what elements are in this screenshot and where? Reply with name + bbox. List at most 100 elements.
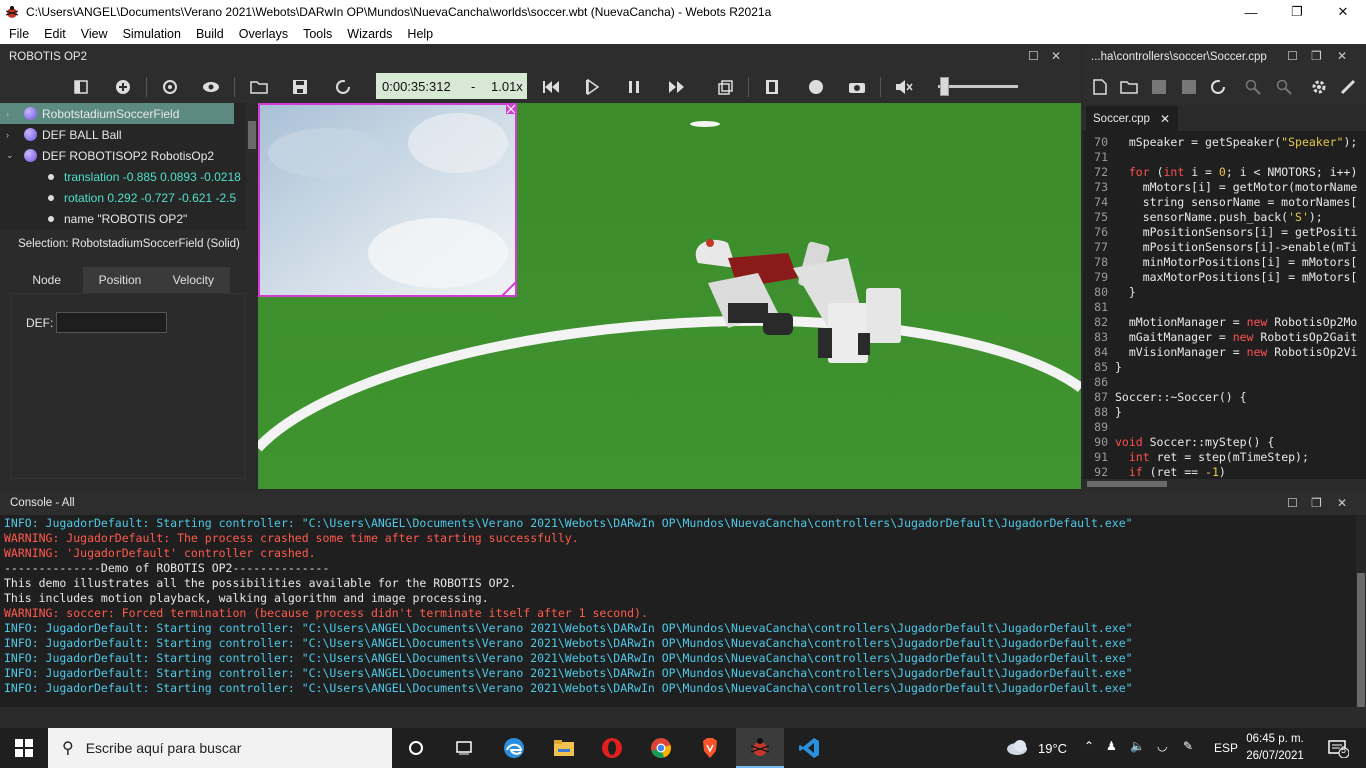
new-file-icon[interactable] [1089, 76, 1111, 98]
open-world-icon[interactable] [248, 76, 270, 98]
code-text[interactable]: 70 mSpeaker = getSpeaker("Speaker"); 71 72… [1083, 135, 1366, 480]
step-icon[interactable] [582, 76, 604, 98]
tree-node-ball[interactable]: › DEF BALL Ball [0, 124, 122, 145]
close-console-icon[interactable]: ✕ [1337, 496, 1347, 510]
code-line[interactable]: 70 mSpeaker = getSpeaker("Speaker"); [1083, 135, 1366, 150]
tree-node-robotisop2[interactable]: ⌄ DEF ROBOTISOP2 RobotisOp2 [0, 145, 214, 166]
file-explorer-icon[interactable] [540, 728, 588, 768]
revert-file-icon[interactable] [1207, 76, 1229, 98]
save-file-icon[interactable] [1148, 76, 1170, 98]
editor-hscroll-thumb[interactable] [1087, 481, 1167, 487]
menu-view[interactable]: View [74, 27, 116, 41]
close-editor-icon[interactable]: ✕ [1337, 49, 1347, 63]
tree-scrollbar[interactable] [246, 103, 258, 230]
step-back-icon[interactable] [540, 76, 562, 98]
clock[interactable]: 06:45 p. m. 26/07/2021 [1240, 731, 1310, 765]
code-line[interactable]: 89 [1083, 420, 1366, 435]
code-line[interactable]: 74 string sensorName = motorNames[ [1083, 195, 1366, 210]
notifications-icon[interactable]: 5 [1318, 728, 1358, 768]
menu-edit[interactable]: Edit [37, 27, 74, 41]
def-input[interactable] [56, 312, 167, 333]
code-line[interactable]: 92 if (ret == -1) [1083, 465, 1366, 480]
code-line[interactable]: 81 [1083, 300, 1366, 315]
float-panel-icon[interactable]: ☐ [1028, 49, 1039, 63]
reload-icon[interactable] [159, 76, 181, 98]
webots-icon[interactable] [736, 728, 784, 768]
console-output[interactable]: INFO: JugadorDefault: Starting controlle… [0, 515, 1366, 707]
tree-field-name[interactable]: name "ROBOTIS OP2" [0, 208, 187, 229]
menu-overlays[interactable]: Overlays [232, 27, 296, 41]
tab-node[interactable]: Node [10, 267, 84, 293]
view-3d-icon[interactable] [715, 76, 737, 98]
wifi-icon[interactable]: ◡ [1157, 739, 1167, 753]
code-line[interactable]: 78 minMotorPositions[i] = mMotors[ [1083, 255, 1366, 270]
menu-tools[interactable]: Tools [296, 27, 340, 41]
code-line[interactable]: 73 mMotors[i] = getMotor(motorName [1083, 180, 1366, 195]
menu-simulation[interactable]: Simulation [116, 27, 189, 41]
editor-hscrollbar[interactable] [1083, 479, 1366, 489]
maximize-editor-icon[interactable]: ❐ [1311, 49, 1322, 63]
start-button[interactable] [0, 728, 48, 768]
volume-knob[interactable] [939, 77, 949, 96]
view-icon[interactable] [200, 76, 222, 98]
close-icon[interactable]: ✕ [1320, 0, 1366, 24]
tab-velocity[interactable]: Velocity [156, 267, 230, 293]
brave-icon[interactable] [686, 728, 734, 768]
volume-slider[interactable] [934, 75, 1019, 97]
code-editor[interactable]: Soccer.cpp ✕ 70 mSpeaker = getSpeaker("S… [1083, 103, 1366, 489]
save-all-icon[interactable] [1178, 76, 1200, 98]
code-line[interactable]: 75 sensorName.push_back('S'); [1083, 210, 1366, 225]
clean-icon[interactable] [1337, 76, 1359, 98]
temperature[interactable]: 19°C [1038, 741, 1067, 756]
code-line[interactable]: 90 void Soccer::myStep() { [1083, 435, 1366, 450]
weather-cloud-icon[interactable] [1006, 739, 1030, 758]
replace-icon[interactable] [1273, 76, 1295, 98]
opera-icon[interactable] [588, 728, 636, 768]
minimize-icon[interactable]: — [1228, 0, 1274, 24]
tab-position[interactable]: Position [83, 267, 157, 293]
tab-soccer-cpp[interactable]: Soccer.cpp ✕ [1086, 106, 1178, 131]
code-line[interactable]: 86 [1083, 375, 1366, 390]
fast-forward-icon[interactable] [666, 76, 688, 98]
code-line[interactable]: 82 mMotionManager = new RobotisOp2Mo [1083, 315, 1366, 330]
menu-build[interactable]: Build [189, 27, 232, 41]
tree-scroll-thumb[interactable] [248, 121, 256, 149]
menu-wizards[interactable]: Wizards [340, 27, 400, 41]
restore-icon[interactable]: ❐ [1274, 0, 1320, 24]
code-line[interactable]: 72 for (int i = 0; i < NMOTORS; i++) [1083, 165, 1366, 180]
menu-file[interactable]: File [2, 27, 37, 41]
code-line[interactable]: 83 mGaitManager = new RobotisOp2Gait [1083, 330, 1366, 345]
expand-icon[interactable]: › [6, 109, 16, 119]
console-scroll-thumb[interactable] [1357, 573, 1365, 707]
pause-icon[interactable] [623, 76, 645, 98]
pen-icon[interactable]: ✎ [1183, 739, 1193, 753]
open-file-icon[interactable] [1118, 76, 1140, 98]
language[interactable]: ESP [1214, 741, 1238, 755]
code-line[interactable]: 71 [1083, 150, 1366, 165]
vscode-icon[interactable] [785, 728, 833, 768]
menu-help[interactable]: Help [400, 27, 441, 41]
tree-field-translation[interactable]: translation -0.885 0.0893 -0.0218 [0, 166, 241, 187]
collapse-icon[interactable]: ⌄ [6, 150, 16, 161]
tree-node-soccer-field[interactable]: › RobotstadiumSoccerField [0, 103, 234, 124]
find-icon[interactable] [1242, 76, 1264, 98]
code-line[interactable]: 80 } [1083, 285, 1366, 300]
code-line[interactable]: 85} [1083, 360, 1366, 375]
tree-field-rotation[interactable]: rotation 0.292 -0.727 -0.621 -2.5 [0, 187, 236, 208]
task-view-icon[interactable] [440, 728, 488, 768]
taskbar-search[interactable]: ⚲ Escribe aquí para buscar [48, 728, 392, 768]
edge-icon[interactable] [490, 728, 538, 768]
close-tab-icon[interactable]: ✕ [1160, 112, 1170, 126]
record-movie-icon[interactable] [761, 76, 783, 98]
mute-icon[interactable] [893, 76, 915, 98]
code-line[interactable]: 76 mPositionSensors[i] = getPositi [1083, 225, 1366, 240]
3d-view[interactable] [258, 103, 1081, 489]
maximize-console-icon[interactable]: ❐ [1311, 496, 1322, 510]
reset-simulation-icon[interactable] [332, 76, 354, 98]
code-line[interactable]: 87 Soccer::~Soccer() { [1083, 390, 1366, 405]
screenshot-icon[interactable] [846, 76, 868, 98]
show-hidden-icons[interactable]: ⌃ [1084, 739, 1094, 753]
volume-icon[interactable]: 🔈 [1130, 739, 1145, 753]
code-line[interactable]: 79 maxMotorPositions[i] = mMotors[ [1083, 270, 1366, 285]
cortana-icon[interactable] [392, 728, 440, 768]
